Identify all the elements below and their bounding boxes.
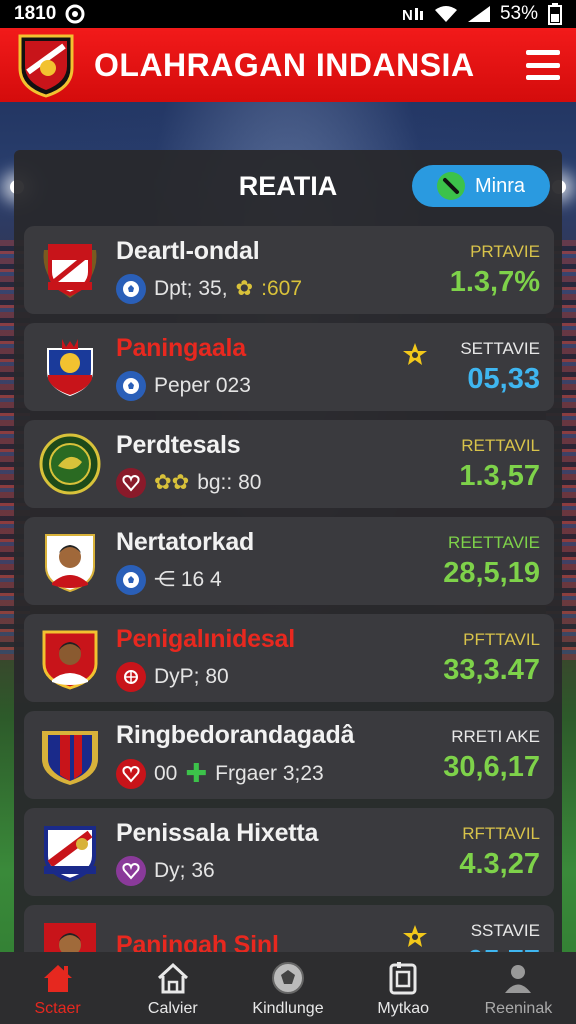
stat-value: 30,6,17 xyxy=(443,750,540,783)
app-bar: OLAHRAGAN INDANSIA xyxy=(0,28,576,102)
minra-button[interactable]: Minra xyxy=(412,165,550,207)
list-item[interactable]: Ringbedorandagadâ 00 ✚ Frgaer 3;23 RRETI… xyxy=(24,711,554,799)
gear-icon: ✿✿ xyxy=(154,471,190,494)
team-name: Penissala Hixetta xyxy=(116,818,319,847)
soccer-ball-icon xyxy=(116,564,146,595)
stat-label: REETTAVIE xyxy=(448,532,540,552)
soccer-ball-icon xyxy=(116,273,146,304)
team-name: Deartl-ondal xyxy=(116,236,260,265)
stat-label: RETTAVIL xyxy=(461,435,540,455)
team-sub-text: DyP; 80 xyxy=(154,664,229,688)
stat-value: 05,33 xyxy=(467,362,540,395)
list-item[interactable]: Perdtesals ✿✿ bg:: 80 RETTAVIL 1.3,57 xyxy=(24,420,554,508)
soccer-ball-icon xyxy=(116,370,146,401)
team-name: Paningaala xyxy=(116,333,246,362)
team-name: Penigalınidesal xyxy=(116,624,296,653)
team-sub-text: Peper 023 xyxy=(154,373,251,397)
stat-label: SETTAVIE xyxy=(460,338,540,358)
heart-icon xyxy=(116,855,146,886)
stat-value: 1.3,7% xyxy=(449,265,540,298)
pencil-icon xyxy=(436,172,465,200)
sync-icon xyxy=(65,4,85,24)
nav-label: Reeninak xyxy=(484,1000,553,1017)
team-sub-text: ⋲ 16 4 xyxy=(154,568,222,591)
minra-label: Minra xyxy=(474,174,525,197)
team-crest-icon xyxy=(44,826,96,883)
stat-label: SSTAVIE xyxy=(470,920,540,940)
nav-label: Kindlunge xyxy=(252,1000,324,1017)
team-list: Deartl-ondal Dpt; 35, ✿ :607 PRTAVIE 1.3… xyxy=(24,226,554,960)
player-portrait-icon xyxy=(45,534,95,593)
ranking-panel: REATIA Minra Deartl-ondal Dpt; 35, ✿:60… xyxy=(14,150,562,960)
stat-label: PFTTAVIL xyxy=(463,629,540,649)
nav-item-mytkao[interactable]: Mytkao xyxy=(346,952,461,1024)
player-portrait-icon xyxy=(42,630,98,690)
stat-label: PRTAVIE xyxy=(470,241,540,261)
sports-icon xyxy=(116,661,146,692)
status-time: 1810 xyxy=(14,3,57,24)
team-name: Nertatorkad xyxy=(116,527,255,556)
team-sub-text: 00 xyxy=(154,761,178,785)
team-extra: Frgaer 3;23 xyxy=(215,761,324,785)
heart-icon xyxy=(116,467,146,498)
club-logo-icon[interactable] xyxy=(16,32,76,98)
status-bar: 1810 N 53% xyxy=(0,0,576,28)
gear-icon: ✿ xyxy=(235,277,254,300)
hamburger-menu-icon[interactable] xyxy=(526,50,560,80)
scoreboard-icon xyxy=(389,962,417,995)
star-icon[interactable] xyxy=(402,923,428,949)
panel-header: REATIA Minra xyxy=(14,150,562,222)
nfc-icon: N xyxy=(402,7,423,23)
list-item[interactable]: Penigalınidesal DyP; 80 PFTTAVIL 33,3.47 xyxy=(24,614,554,702)
stat-label: RFTTAVIL xyxy=(462,823,540,843)
battery-level: 53% xyxy=(499,3,538,24)
nav-item-calvier[interactable]: Calvier xyxy=(115,952,230,1024)
star-icon[interactable] xyxy=(402,341,428,367)
panel-title: REATIA xyxy=(238,170,338,201)
team-extra: :607 xyxy=(261,276,303,300)
profile-icon xyxy=(505,965,532,993)
nav-label: Mytkao xyxy=(377,1000,429,1017)
heart-icon xyxy=(116,758,146,789)
team-crest-icon xyxy=(42,731,98,785)
team-sub-text: Dpt; 35, xyxy=(154,276,228,300)
list-item[interactable]: Nertatorkad ⋲ 16 4 REETTAVIE 28,5,19 xyxy=(24,517,554,605)
battery-icon xyxy=(548,3,562,25)
soccer-ball-icon xyxy=(272,962,304,994)
wifi-icon xyxy=(434,6,457,22)
nav-label: Sctaer xyxy=(34,1000,81,1017)
team-crest-icon xyxy=(39,433,101,495)
team-sub-text: bg:: 80 xyxy=(197,470,262,494)
team-crest-icon xyxy=(47,339,93,397)
team-sub-text: Dy; 36 xyxy=(154,858,215,882)
team-crest-icon xyxy=(43,244,97,298)
bottom-nav: Sctaer Calvier Kindlunge Mytkao Reeninak xyxy=(0,952,576,1024)
app-title: OLAHRAGAN INDANSIA xyxy=(94,46,475,83)
house-outline-icon xyxy=(157,962,188,994)
stat-value: 4.3,27 xyxy=(459,847,540,880)
nav-item-sctaer[interactable]: Sctaer xyxy=(0,952,115,1024)
stat-label: RRETI AKE xyxy=(451,726,540,746)
list-item[interactable]: Penissala Hixetta Dy; 36 RFTTAVIL 4.3,27 xyxy=(24,808,554,896)
team-name: Ringbedorandagadâ xyxy=(116,721,355,749)
stat-value: 1.3,57 xyxy=(459,459,540,492)
signal-icon xyxy=(467,6,490,22)
stat-value: 28,5,19 xyxy=(443,556,540,589)
nav-item-kindlunge[interactable]: Kindlunge xyxy=(230,952,345,1024)
nav-item-reeninak[interactable]: Reeninak xyxy=(461,952,576,1024)
stat-value: 33,3.47 xyxy=(443,653,540,686)
nav-label: Calvier xyxy=(147,1000,198,1017)
list-item[interactable]: Paningaala Peper 023 SETTAVIE 05,33 xyxy=(24,323,554,411)
list-item[interactable]: Deartl-ondal Dpt; 35, ✿ :607 PRTAVIE 1.3… xyxy=(24,226,554,314)
team-name: Perdtesals xyxy=(116,430,241,459)
svg-text:N: N xyxy=(402,7,413,23)
home-icon xyxy=(43,965,72,992)
plus-icon: ✚ xyxy=(185,758,208,788)
